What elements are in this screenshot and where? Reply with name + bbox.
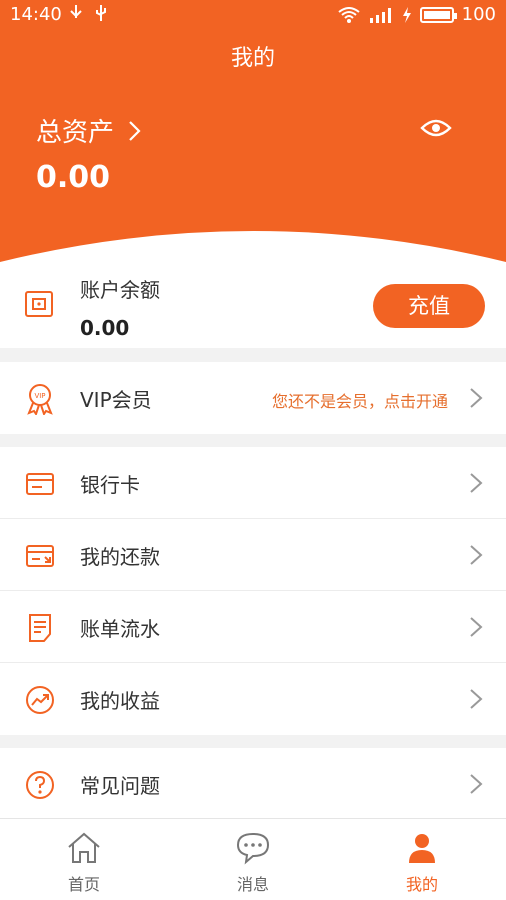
balance-label: 账户余额 [80, 278, 160, 302]
help-icon [26, 771, 54, 799]
vip-label: VIP会员 [80, 388, 152, 412]
vip-hint: 您还不是会员，点击开通 [271, 392, 448, 411]
battery-level: 100 [461, 4, 496, 25]
faq-label: 常见问题 [80, 774, 160, 798]
tab-messages[interactable]: 消息 [169, 819, 337, 900]
message-icon [236, 832, 270, 865]
chevron-right-icon [470, 545, 483, 565]
bottom-tab-bar: 首页 消息 我的 [0, 818, 506, 900]
home-icon [68, 832, 100, 863]
recharge-button[interactable]: 充值 [373, 284, 485, 328]
chevron-right-icon [470, 774, 483, 794]
bill-icon [29, 614, 51, 642]
total-assets-value: 0.00 [36, 160, 111, 195]
repayment-icon [26, 545, 54, 567]
chevron-right-icon [129, 120, 141, 141]
profile-icon [409, 834, 435, 863]
chevron-right-icon [470, 473, 483, 493]
page-title: 我的 [230, 46, 275, 71]
tab-profile[interactable]: 我的 [338, 819, 506, 900]
menu-item-faq[interactable]: 常见问题 [0, 748, 506, 820]
menu-item-repayment[interactable]: 我的还款 [0, 519, 506, 591]
total-assets-link[interactable]: 总资产 [36, 112, 142, 149]
chevron-right-icon [470, 689, 483, 709]
menu-item-label: 我的收益 [80, 689, 160, 713]
status-bar: 14:40 100 [0, 0, 506, 30]
balance-card: 账户余额 0.00 充值 [0, 262, 506, 348]
balance-value: 0.00 [80, 316, 130, 340]
battery-icon [419, 6, 457, 23]
tab-home[interactable]: 首页 [0, 819, 168, 900]
menu-item-earnings[interactable]: 我的收益 [0, 663, 506, 735]
svg-text:VIP: VIP [34, 392, 45, 400]
wifi-icon [338, 6, 360, 23]
chevron-right-icon [470, 388, 483, 408]
header-wave [0, 231, 506, 262]
menu-item-label: 银行卡 [80, 473, 140, 497]
menu-item-bank-card[interactable]: 银行卡 [0, 447, 506, 519]
vip-badge-icon: VIP [27, 384, 53, 415]
earnings-icon [26, 686, 54, 714]
eye-icon[interactable] [420, 114, 452, 142]
signal-icon [369, 7, 391, 23]
status-time: 14:40 [10, 4, 62, 25]
wallet-icon [25, 291, 53, 317]
charging-icon [402, 6, 411, 23]
chevron-right-icon [470, 617, 483, 637]
usb-icon [96, 5, 106, 21]
header: 14:40 100 我的 总资产 0.00 [0, 0, 506, 262]
menu-item-label: 我的还款 [80, 545, 160, 569]
menu-item-label: 账单流水 [80, 617, 160, 641]
total-assets-label: 总资产 [36, 118, 115, 148]
menu-item-bill[interactable]: 账单流水 [0, 591, 506, 663]
usb-debug-icon [70, 5, 82, 18]
vip-row[interactable]: VIP VIP会员 您还不是会员，点击开通 [0, 362, 506, 434]
bank-card-icon [26, 473, 54, 495]
